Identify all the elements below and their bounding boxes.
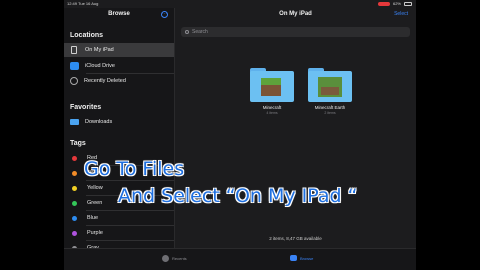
tab-label: Recents <box>172 256 187 261</box>
ipad-screen: 12:49 Tue 16 Aug 62% Browse ··· Location… <box>64 0 416 270</box>
clock-icon <box>162 255 169 262</box>
battery-percent: 62% <box>392 1 401 6</box>
tag-item-purple[interactable]: Purple <box>64 226 174 240</box>
folder-subtitle: 2 items <box>324 111 336 115</box>
sidebar-item-label: On My iPad <box>85 47 114 53</box>
tab-recents[interactable]: Recents <box>162 255 187 262</box>
earth-block-icon <box>318 77 342 97</box>
page-title: On My iPad <box>279 11 312 17</box>
time-text: 12:49 <box>67 1 78 6</box>
sidebar-item-on-my-ipad[interactable]: On My iPad <box>64 43 174 57</box>
sidebar-item-icloud-drive[interactable]: iCloud Drive <box>64 59 174 73</box>
status-time: 12:49 Tue 16 Aug <box>67 0 98 8</box>
trash-clock-icon <box>70 77 78 85</box>
sidebar-item-downloads[interactable]: Downloads <box>64 115 174 129</box>
recording-indicator-icon <box>377 2 390 6</box>
locations-heading: Locations <box>70 32 104 39</box>
status-bar: 12:49 Tue 16 Aug 62% <box>64 0 416 8</box>
sidebar-title: Browse <box>108 11 130 17</box>
battery-icon <box>404 2 412 6</box>
overlay-caption-line2: And Select “On My IPad “ <box>118 185 358 207</box>
tab-bar: Recents Browse <box>64 248 416 270</box>
tab-label: Browse <box>300 255 314 261</box>
folder-body <box>250 71 294 102</box>
yellow-dot-icon <box>72 185 77 191</box>
select-button[interactable]: Select <box>394 11 408 17</box>
search-placeholder: Search <box>192 29 208 35</box>
grass-block-icon <box>261 78 281 96</box>
folder-icon <box>290 255 297 261</box>
search-icon <box>185 30 189 34</box>
overlay-caption-line1: Go To Files <box>84 158 185 180</box>
tag-label: Purple <box>87 230 103 236</box>
sidebar-header: Browse ··· <box>64 8 174 22</box>
tags-heading: Tags <box>70 140 86 147</box>
folder-item-minecraft-earth[interactable]: Minecraft Earth 2 items <box>306 68 354 115</box>
more-options-icon[interactable]: ··· <box>161 11 168 18</box>
folder-name: Minecraft <box>262 105 282 110</box>
sidebar: Browse ··· Locations On My iPad iCloud D… <box>64 8 175 251</box>
tag-label: Green <box>87 200 103 206</box>
folder-icon <box>70 119 79 125</box>
ipad-icon <box>71 46 77 54</box>
sidebar-item-label: iCloud Drive <box>85 63 115 69</box>
folder-name: Minecraft Earth <box>314 105 346 110</box>
blue-dot-icon <box>72 215 77 221</box>
folder-subtitle: 4 items <box>266 111 278 115</box>
cloud-icon <box>70 62 79 70</box>
sidebar-item-label: Downloads <box>85 119 113 125</box>
minecraft-earth-folder-icon <box>308 68 352 102</box>
tag-label: Blue <box>87 215 99 221</box>
purple-dot-icon <box>72 230 77 236</box>
red-dot-icon <box>72 155 77 161</box>
minecraft-folder-icon <box>250 68 294 102</box>
folder-body <box>308 71 352 102</box>
storage-info: 2 items, 8,47 GB available <box>269 236 322 241</box>
date-text: Tue 16 Aug <box>78 1 99 6</box>
sidebar-item-recently-deleted[interactable]: Recently Deleted <box>64 74 174 88</box>
folder-item-minecraft[interactable]: Minecraft 4 items <box>248 68 296 115</box>
green-dot-icon <box>72 200 77 206</box>
orange-dot-icon <box>72 170 77 176</box>
main-content: On My iPad Select Search Minecraft 4 ite… <box>175 8 416 248</box>
tag-item-blue[interactable]: Blue <box>64 211 174 225</box>
sidebar-item-label: Recently Deleted <box>84 78 126 84</box>
status-right: 62% <box>377 0 412 8</box>
tag-label: Yellow <box>87 185 103 191</box>
favorites-heading: Favorites <box>70 104 102 111</box>
search-field[interactable]: Search <box>181 27 410 37</box>
tab-browse[interactable]: Browse <box>290 255 313 261</box>
